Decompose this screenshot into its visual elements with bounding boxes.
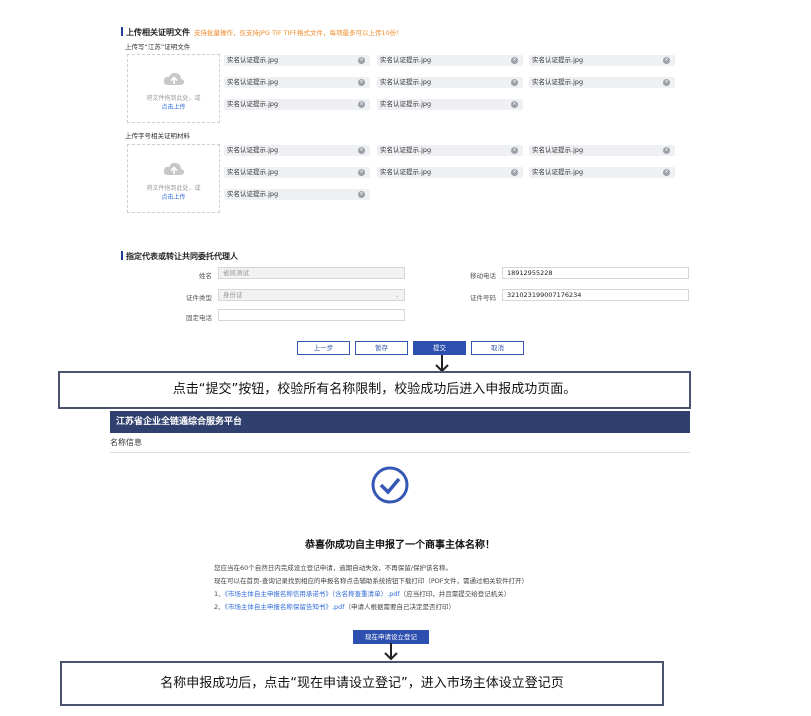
submit-button[interactable]: 提交 xyxy=(413,341,466,355)
file-name: 实名认证提示.jpg xyxy=(532,78,584,86)
chevron-down-icon: ⌄ xyxy=(394,291,400,299)
save-button[interactable]: 暂存 xyxy=(355,341,408,355)
tab-name-info[interactable]: 名称信息 xyxy=(110,437,142,448)
notice-pdf-link[interactable]: 《市场主体自主申报名称保留告知书》.pdf xyxy=(225,603,345,611)
apply-registration-button[interactable]: 现在申请设立登记 xyxy=(353,630,429,644)
file-name: 实名认证提示.jpg xyxy=(227,190,279,198)
group1-label: 上传写“江苏”证明文件 xyxy=(125,43,191,51)
remove-file-icon[interactable]: × xyxy=(663,57,670,64)
file-chip: 实名认证提示.jpg × xyxy=(224,167,370,178)
file-name: 实名认证提示.jpg xyxy=(380,78,432,86)
cloud-upload-icon xyxy=(163,162,184,175)
remove-file-icon[interactable]: × xyxy=(511,101,518,108)
file-chip: 实名认证提示.jpg × xyxy=(377,99,523,110)
file-chip: 实名认证提示.jpg × xyxy=(224,55,370,66)
mobile-label: 移动电话 xyxy=(470,272,496,280)
remove-file-icon[interactable]: × xyxy=(663,147,670,154)
cloud-upload-icon xyxy=(163,72,184,85)
idtype-value: 身份证 xyxy=(223,291,243,299)
upload-dropzone-2[interactable]: 将文件拖到此处，或 点击上传 xyxy=(127,144,220,213)
file-chip: 实名认证提示.jpg × xyxy=(377,167,523,178)
file-name: 实名认证提示.jpg xyxy=(227,56,279,64)
file-chip: 实名认证提示.jpg × xyxy=(224,145,370,156)
file-name: 实名认证提示.jpg xyxy=(380,100,432,108)
file-name: 实名认证提示.jpg xyxy=(227,168,279,176)
callout-submit-note: 点击“提交”按钮，校验所有名称限制，校验成功后进入申报成功页面。 xyxy=(58,371,691,409)
upload-section-title: 上传相关证明文件 支持批量操作，仅支持JPG TIF TIFF格式文件，每项最多可… xyxy=(121,27,403,38)
upload-hint: 支持批量操作，仅支持JPG TIF TIFF格式文件，每项最多可以上传10份！ xyxy=(194,29,403,37)
remove-file-icon[interactable]: × xyxy=(511,147,518,154)
success-line-2: 现在可以在首页-查询记录找到相应的申报名称点击辅助系统按钮下载打印（PDF文件，… xyxy=(214,577,529,585)
file-name: 实名认证提示.jpg xyxy=(380,146,432,154)
remove-file-icon[interactable]: × xyxy=(358,169,365,176)
file-chip: 实名认证提示.jpg × xyxy=(377,77,523,88)
remove-file-icon[interactable]: × xyxy=(511,79,518,86)
success-line-1: 您应当在60个自然日内完成设立登记申请，逾期自动失效，不再保留/保护该名称。 xyxy=(214,564,452,572)
dropzone-upload-link[interactable]: 点击上传 xyxy=(128,192,219,201)
success-check-icon xyxy=(371,466,409,504)
arrow-down-icon xyxy=(384,643,398,661)
mobile-field[interactable]: 18912955228 xyxy=(502,267,689,279)
item-number: 2、 xyxy=(214,603,225,611)
section-marker xyxy=(121,27,123,36)
platform-banner: 江苏省企业全链通综合服务平台 xyxy=(110,411,690,433)
callout-register-note: 名称申报成功后，点击“现在申请设立登记”，进入市场主体设立登记页 xyxy=(60,661,664,706)
remove-file-icon[interactable]: × xyxy=(663,169,670,176)
idtype-label: 证件类型 xyxy=(186,294,212,302)
remove-file-icon[interactable]: × xyxy=(511,169,518,176)
dropzone-upload-link[interactable]: 点击上传 xyxy=(128,102,219,111)
file-chip: 实名认证提示.jpg × xyxy=(224,99,370,110)
file-name: 实名认证提示.jpg xyxy=(227,100,279,108)
phone-label: 固定电话 xyxy=(186,314,212,322)
item-note: （应当打印，并且需提交给登记机关） xyxy=(399,590,511,598)
name-field[interactable]: 省局测试 xyxy=(218,267,405,279)
file-chip: 实名认证提示.jpg × xyxy=(529,55,675,66)
file-name: 实名认证提示.jpg xyxy=(380,168,432,176)
success-headline: 恭喜你成功自主申报了一个商事主体名称！ xyxy=(305,540,495,551)
remove-file-icon[interactable]: × xyxy=(358,79,365,86)
group2-label: 上传字号相关证明材料 xyxy=(125,132,190,140)
dropzone-text: 将文件拖到此处，或 xyxy=(146,95,201,102)
agent-section-title: 指定代表或转让共同委托代理人 xyxy=(121,251,238,262)
file-chip: 实名认证提示.jpg × xyxy=(529,145,675,156)
remove-file-icon[interactable]: × xyxy=(358,191,365,198)
file-name: 实名认证提示.jpg xyxy=(227,78,279,86)
agent-title-text: 指定代表或转让共同委托代理人 xyxy=(126,252,238,261)
cancel-button[interactable]: 取消 xyxy=(471,341,524,355)
file-chip: 实名认证提示.jpg × xyxy=(377,55,523,66)
upload-title-text: 上传相关证明文件 xyxy=(126,28,190,37)
file-chip: 实名认证提示.jpg × xyxy=(224,189,370,200)
remove-file-icon[interactable]: × xyxy=(663,79,670,86)
file-chip: 实名认证提示.jpg × xyxy=(224,77,370,88)
divider xyxy=(110,452,690,453)
idtype-select[interactable]: 身份证 ⌄ xyxy=(218,289,405,301)
file-chip: 实名认证提示.jpg × xyxy=(529,167,675,178)
idno-field[interactable]: 321023199007176234 xyxy=(502,289,689,301)
idno-label: 证件号码 xyxy=(470,294,496,302)
file-name: 实名认证提示.jpg xyxy=(380,56,432,64)
success-line-3: 1、《市场主体自主申报名称信用承诺书》（含名称查重清单）.pdf（应当打印，并且… xyxy=(214,588,510,598)
remove-file-icon[interactable]: × xyxy=(511,57,518,64)
item-note: （申请人根据需要自己决定是否打印） xyxy=(344,603,456,611)
name-label: 姓名 xyxy=(199,272,212,280)
success-line-4: 2、《市场主体自主申报名称保留告知书》.pdf（申请人根据需要自己决定是否打印） xyxy=(214,601,455,611)
upload-dropzone-1[interactable]: 将文件拖到此处，或 点击上传 xyxy=(127,54,220,123)
prev-button[interactable]: 上一步 xyxy=(297,341,350,355)
dropzone-text: 将文件拖到此处，或 xyxy=(146,185,201,192)
remove-file-icon[interactable]: × xyxy=(358,101,365,108)
phone-field[interactable] xyxy=(218,309,405,321)
file-name: 实名认证提示.jpg xyxy=(532,146,584,154)
file-chip: 实名认证提示.jpg × xyxy=(377,145,523,156)
file-chip: 实名认证提示.jpg × xyxy=(529,77,675,88)
remove-file-icon[interactable]: × xyxy=(358,147,365,154)
pledge-pdf-link[interactable]: 《市场主体自主申报名称信用承诺书》（含名称查重清单）.pdf xyxy=(225,590,400,598)
file-name: 实名认证提示.jpg xyxy=(532,56,584,64)
item-number: 1、 xyxy=(214,590,225,598)
file-name: 实名认证提示.jpg xyxy=(532,168,584,176)
section-marker xyxy=(121,251,123,260)
file-name: 实名认证提示.jpg xyxy=(227,146,279,154)
remove-file-icon[interactable]: × xyxy=(358,57,365,64)
